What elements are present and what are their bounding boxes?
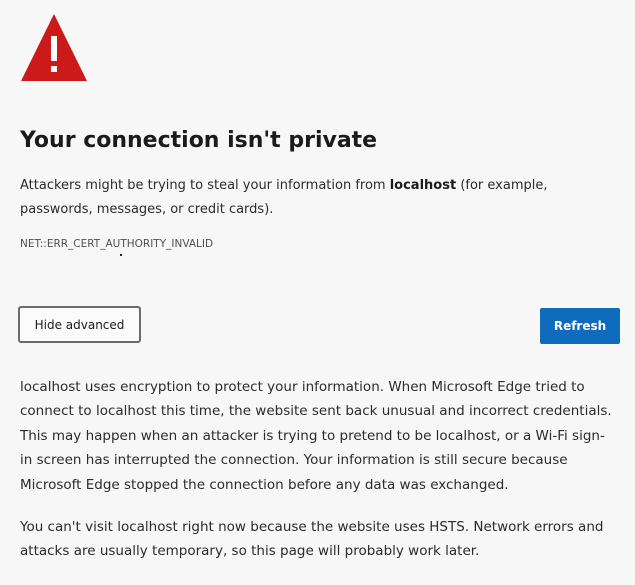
error-code[interactable]: NET::ERR_CERT_AUTHORITY_INVALID	[20, 238, 213, 250]
hide-advanced-button[interactable]: Hide advanced	[18, 306, 141, 343]
advanced-details-text: localhost uses encryption to protect you…	[20, 379, 612, 493]
host-name: localhost	[389, 178, 457, 193]
page-title: Your connection isn't private	[20, 128, 378, 153]
cursor-dot	[120, 254, 122, 256]
refresh-button[interactable]: Refresh	[540, 308, 620, 344]
intro-text-before: Attackers might be trying to steal your …	[20, 178, 390, 193]
hsts-details-text: You can't visit localhost right now beca…	[20, 519, 604, 560]
warning-triangle-icon	[21, 14, 87, 81]
intro-text: Attackers might be trying to steal your …	[20, 174, 610, 222]
